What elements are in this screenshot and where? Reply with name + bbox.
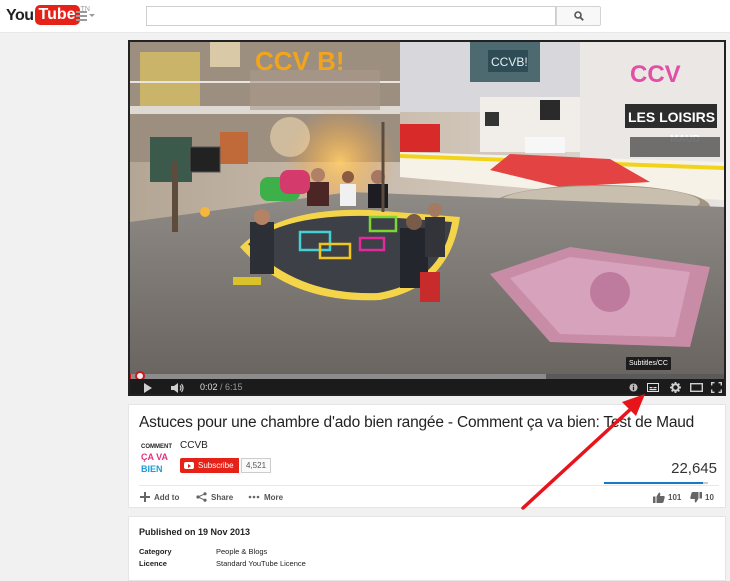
avatar-line-2: ÇA VA — [141, 452, 169, 462]
licence-value: Standard YouTube Licence — [216, 559, 306, 568]
theater-mode-button[interactable] — [688, 379, 704, 394]
info-button[interactable] — [626, 379, 640, 394]
thumbs-down-icon — [690, 491, 702, 502]
video-description-card: Published on 19 Nov 2013 Category People… — [128, 516, 726, 581]
masthead: You Tube TN — [0, 0, 730, 33]
fullscreen-button[interactable] — [708, 379, 724, 394]
logo-text-you: You — [6, 7, 34, 24]
settings-button[interactable] — [667, 379, 683, 394]
video-frame[interactable]: CCV B! CCVB! CCV LES LOISIRS MAUD — [130, 42, 724, 374]
subscriber-count: 4,521 — [241, 458, 272, 473]
search-button[interactable] — [556, 6, 601, 26]
youtube-play-icon — [184, 462, 194, 469]
add-to-button[interactable]: Add to — [140, 491, 179, 503]
theater-mode-icon — [689, 383, 703, 392]
like-bar-fill — [604, 482, 703, 484]
video-title: Astuces pour une chambre d'ado bien rang… — [139, 414, 695, 431]
logo-text-tube: Tube — [34, 5, 80, 25]
divider — [139, 485, 719, 486]
set-sign-center: CCVB! — [491, 55, 528, 69]
share-button[interactable]: Share — [196, 491, 233, 503]
view-count: 22,645 — [671, 460, 717, 477]
set-sign-right-middle: LES LOISIRS — [628, 109, 715, 125]
play-icon — [144, 382, 152, 393]
subscribe-button[interactable]: Subscribe — [180, 458, 239, 473]
set-sign-left: CCV B! — [255, 46, 345, 76]
time-separator: / — [217, 382, 226, 392]
time-display: 0:02 / 6:15 — [200, 379, 243, 394]
current-time: 0:02 — [200, 382, 218, 392]
licence-label: Licence — [139, 559, 167, 568]
like-dislike-bar — [604, 482, 708, 484]
more-label: More — [264, 492, 284, 502]
share-icon — [196, 492, 207, 502]
play-button[interactable] — [140, 379, 156, 394]
channel-avatar[interactable]: COMMENT ÇA VA BIEN — [140, 439, 174, 475]
hamburger-menu-icon[interactable] — [76, 10, 95, 22]
search-icon — [573, 11, 584, 21]
category-link[interactable]: People & Blogs — [216, 547, 267, 556]
like-count: 101 — [668, 492, 682, 502]
video-player[interactable]: CCV B! CCVB! CCV LES LOISIRS MAUD — [128, 40, 726, 396]
thumbs-up-icon — [653, 492, 665, 503]
more-button[interactable]: More — [248, 491, 283, 503]
search-input[interactable] — [146, 6, 556, 26]
plus-icon — [140, 492, 150, 502]
publish-date: Published on 19 Nov 2013 — [139, 527, 251, 537]
subtitles-icon — [647, 383, 659, 392]
duration: 6:15 — [225, 382, 243, 392]
player-controls: 0:02 / 6:15 — [130, 379, 724, 394]
info-icon — [628, 383, 638, 392]
set-sign-right-top: CCV — [630, 61, 681, 88]
more-dots-icon — [248, 495, 260, 499]
subtitles-button[interactable] — [645, 379, 661, 394]
dislike-count: 10 — [705, 492, 714, 502]
channel-name-link[interactable]: CCVB — [180, 440, 208, 451]
add-to-label: Add to — [154, 492, 180, 502]
volume-button[interactable] — [170, 379, 186, 394]
video-info-card: Astuces pour une chambre d'ado bien rang… — [128, 404, 726, 508]
like-button[interactable]: 101 — [653, 491, 681, 503]
category-label: Category — [139, 547, 172, 556]
subscribe-label: Subscribe — [198, 461, 234, 470]
fullscreen-icon — [710, 382, 722, 393]
subtitles-tooltip: Subtitles/CC — [626, 357, 671, 370]
avatar-line-1: COMMENT — [141, 444, 172, 450]
avatar-line-3: BIEN — [141, 464, 163, 474]
share-label: Share — [211, 492, 234, 502]
dislike-button[interactable]: 10 — [690, 491, 714, 503]
volume-icon — [171, 382, 184, 393]
gear-icon — [669, 382, 681, 393]
